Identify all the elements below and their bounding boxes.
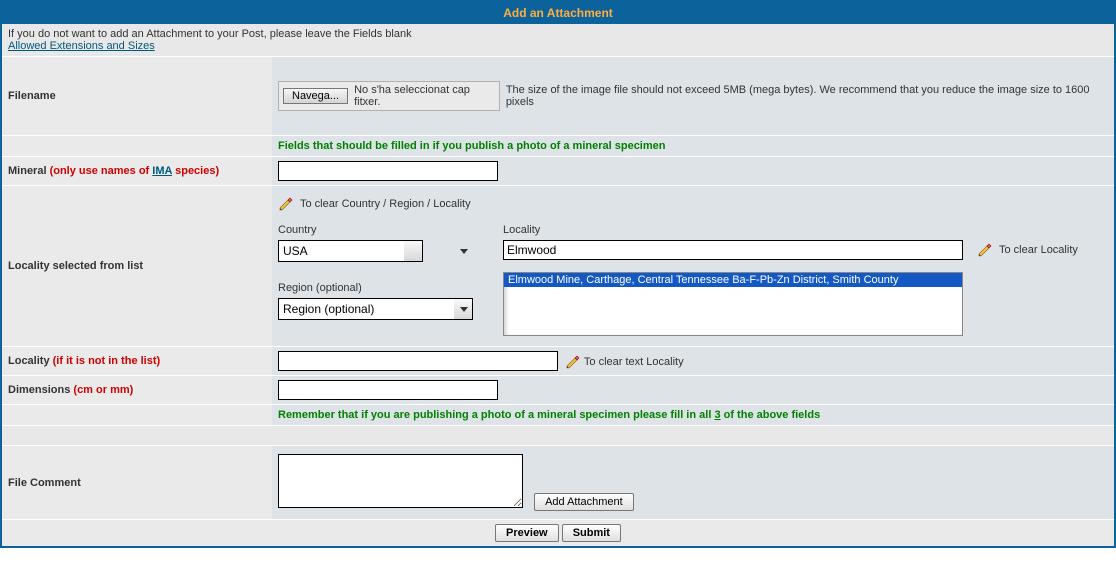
clear-text-locality-label: To clear text Locality (584, 356, 684, 368)
locality-list-label: Locality selected from list (2, 186, 272, 347)
file-browse-button[interactable]: Navega... (283, 88, 348, 104)
locality-free-hint: (if it is not in the list) (53, 355, 161, 367)
clear-all-label: To clear Country / Region / Locality (300, 198, 471, 210)
mineral-hint-post: species) (172, 165, 219, 177)
locality-input[interactable] (503, 240, 963, 260)
pencil-icon[interactable] (565, 354, 581, 370)
country-select[interactable]: USA (278, 240, 423, 262)
green-note-2: Remember that if you are publishing a ph… (278, 409, 820, 421)
dimensions-label: Dimensions (8, 384, 73, 396)
add-attachment-button[interactable]: Add Attachment (534, 493, 634, 511)
spacer (2, 136, 272, 157)
file-comment-label: File Comment (2, 446, 272, 520)
country-label: Country (278, 224, 473, 236)
mineral-label: Mineral (8, 165, 50, 177)
pencil-icon[interactable] (278, 196, 294, 212)
intro-block: If you do not want to add an Attachment … (2, 24, 1114, 56)
intro-text: If you do not want to add an Attachment … (8, 28, 412, 40)
dimensions-hint: (cm or mm) (73, 384, 133, 396)
mineral-input[interactable] (278, 161, 498, 181)
submit-button[interactable]: Submit (562, 524, 621, 542)
filename-label: Filename (2, 57, 272, 136)
locality-free-input[interactable] (278, 351, 558, 371)
dimensions-input[interactable] (278, 380, 498, 400)
locality-suggestions[interactable]: Elmwood Mine, Carthage, Central Tennesse… (503, 272, 963, 336)
pencil-icon[interactable] (977, 242, 993, 258)
locality-free-label: Locality (8, 355, 53, 367)
locality-suggestion-item[interactable]: Elmwood Mine, Carthage, Central Tennesse… (504, 273, 962, 287)
file-size-hint: The size of the image file should not ex… (506, 84, 1108, 108)
header-title: Add an Attachment (2, 2, 1114, 24)
spacer (2, 405, 272, 426)
locality-label: Locality (503, 224, 1078, 236)
preview-button[interactable]: Preview (495, 524, 559, 542)
mineral-hint-pre: (only use names of (50, 165, 153, 177)
green-note-1: Fields that should be filled in if you p… (278, 140, 665, 152)
allowed-extensions-link[interactable]: Allowed Extensions and Sizes (8, 40, 155, 52)
file-comment-textarea[interactable] (278, 454, 523, 508)
clear-locality-label: To clear Locality (999, 244, 1078, 256)
file-status: No s'ha seleccionat cap fitxer. (354, 84, 495, 108)
region-label: Region (optional) (278, 282, 473, 294)
region-select[interactable]: Region (optional) (278, 298, 473, 320)
ima-link[interactable]: IMA (152, 165, 172, 177)
